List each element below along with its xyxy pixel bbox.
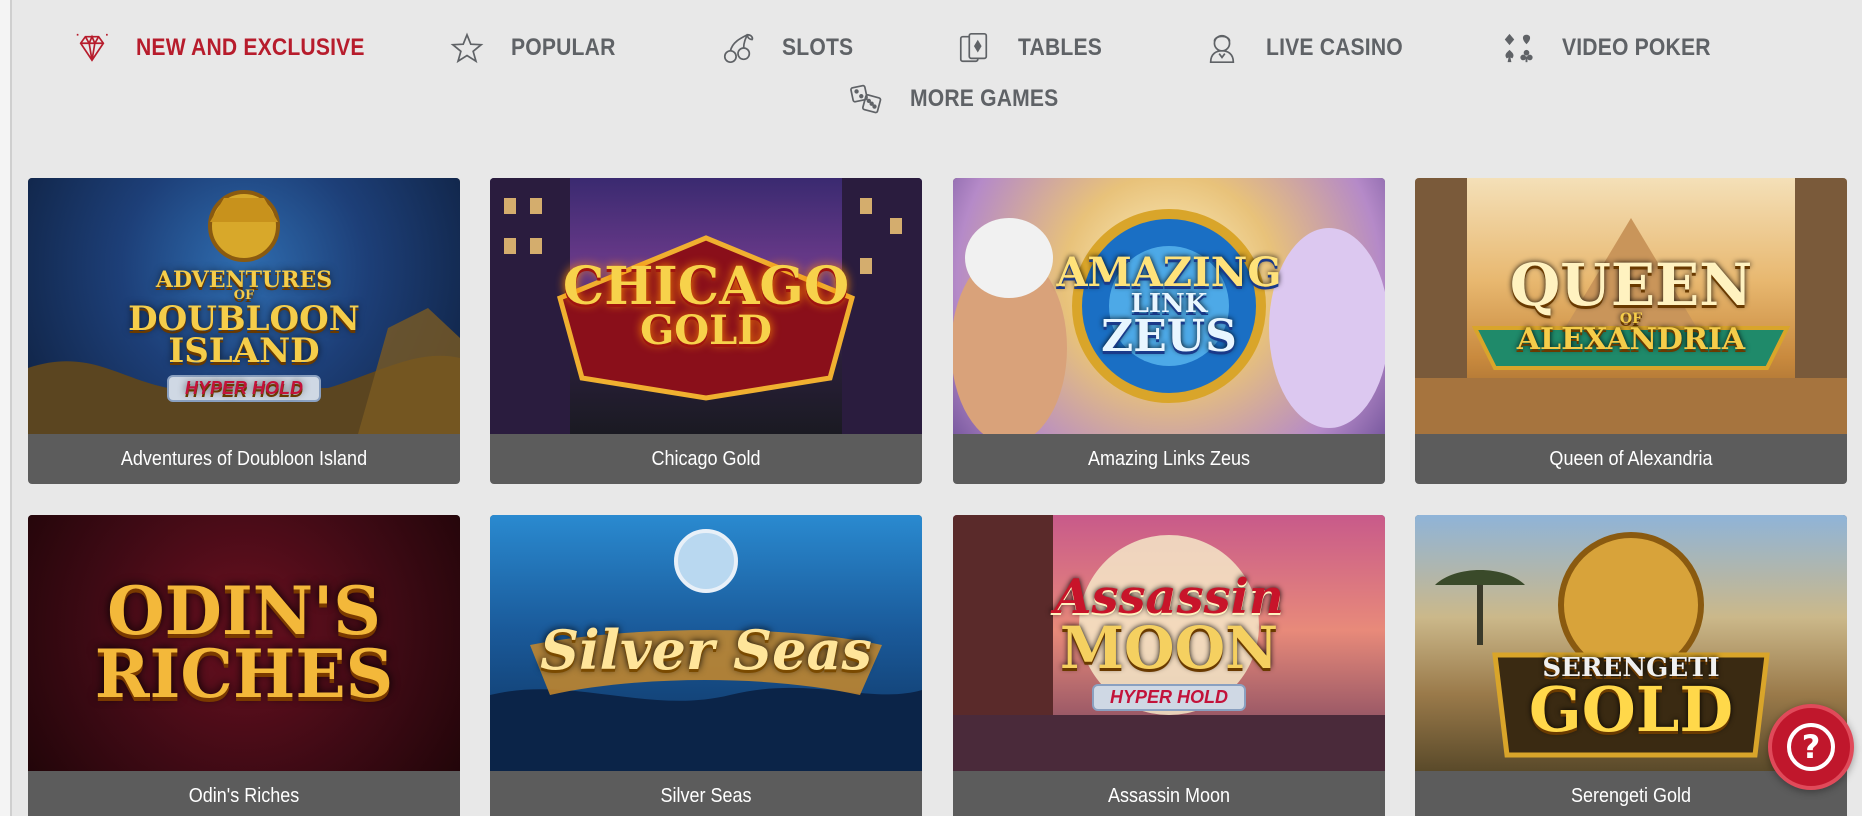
nav-label: POPULAR [511, 34, 616, 61]
nav-more-games[interactable]: MORE GAMES [848, 81, 1079, 117]
game-title: Serengeti Gold [1570, 784, 1692, 807]
playing-cards-icon [956, 30, 992, 66]
game-logo: ODIN'S RICHES [94, 572, 394, 713]
game-logo: AMAZING LINK ZEUS [1056, 248, 1282, 363]
game-logo: QUEEN OF ALEXANDRIA [1509, 250, 1753, 357]
game-card-adventures-of-doubloon-island[interactable]: ADVENTURES OF DOUBLOON ISLAND HYPER HOLD… [28, 178, 460, 484]
nav-label: SLOTS [782, 34, 854, 61]
game-thumbnail: Silver Seas [490, 515, 922, 771]
game-title: Odin's Riches [188, 784, 300, 807]
hyper-hold-badge: HYPER HOLD [166, 375, 321, 403]
game-title: Amazing Links Zeus [1087, 447, 1251, 470]
game-thumbnail: Assassin MOON HYPER HOLD [953, 515, 1385, 771]
nav-new-and-exclusive[interactable]: NEW AND EXCLUSIVE [74, 30, 396, 66]
card-suits-icon [1500, 30, 1536, 66]
hyper-hold-badge: HYPER HOLD [1091, 683, 1246, 711]
nav-label: TABLES [1018, 34, 1102, 61]
category-nav: NEW AND EXCLUSIVE POPULAR SLOTS TABLES L… [0, 0, 1862, 130]
nav-video-poker[interactable]: VIDEO POKER [1500, 30, 1731, 66]
game-title: Queen of Alexandria [1549, 447, 1713, 470]
game-thumbnail: QUEEN OF ALEXANDRIA [1415, 178, 1847, 434]
nav-label: LIVE CASINO [1266, 34, 1403, 61]
cherries-icon [720, 30, 756, 66]
game-thumbnail: CHICAGO GOLD [490, 178, 922, 434]
game-title: Assassin Moon [1107, 784, 1231, 807]
game-thumbnail: ADVENTURES OF DOUBLOON ISLAND HYPER HOLD [28, 178, 460, 434]
game-logo: ADVENTURES OF DOUBLOON ISLAND HYPER HOLD [128, 210, 360, 403]
game-card-chicago-gold[interactable]: CHICAGO GOLD Chicago Gold [490, 178, 922, 484]
nav-live-casino[interactable]: LIVE CASINO [1204, 30, 1422, 66]
nav-slots[interactable]: SLOTS [720, 30, 863, 66]
game-logo: SERENGETI GOLD [1528, 653, 1734, 746]
game-title: Silver Seas [660, 784, 752, 807]
game-logo: Silver Seas [540, 618, 872, 683]
help-button[interactable]: ? [1768, 704, 1854, 790]
star-icon [449, 30, 485, 66]
game-card-assassin-moon[interactable]: Assassin MOON HYPER HOLD Assassin Moon [953, 515, 1385, 816]
game-thumbnail: ODIN'S RICHES [28, 515, 460, 771]
game-card-odins-riches[interactable]: ODIN'S RICHES Odin's Riches [28, 515, 460, 816]
question-mark-icon: ? [1787, 723, 1835, 771]
dice-icon [848, 81, 884, 117]
game-card-amazing-links-zeus[interactable]: AMAZING LINK ZEUS Amazing Links Zeus [953, 178, 1385, 484]
nav-label: MORE GAMES [910, 85, 1059, 112]
game-title: Adventures of Doubloon Island [120, 447, 368, 470]
game-card-silver-seas[interactable]: Silver Seas Silver Seas [490, 515, 922, 816]
nav-label: NEW AND EXCLUSIVE [136, 34, 365, 61]
game-thumbnail: AMAZING LINK ZEUS [953, 178, 1385, 434]
game-logo: CHICAGO GOLD [562, 256, 850, 354]
game-card-queen-of-alexandria[interactable]: QUEEN OF ALEXANDRIA Queen of Alexandria [1415, 178, 1847, 484]
nav-tables[interactable]: TABLES [956, 30, 1113, 66]
diamond-icon [74, 30, 110, 66]
nav-label: VIDEO POKER [1562, 34, 1711, 61]
game-logo: Assassin MOON HYPER HOLD [1054, 573, 1284, 711]
game-title: Chicago Gold [651, 447, 761, 470]
dealer-icon [1204, 30, 1240, 66]
nav-popular[interactable]: POPULAR [449, 30, 630, 66]
